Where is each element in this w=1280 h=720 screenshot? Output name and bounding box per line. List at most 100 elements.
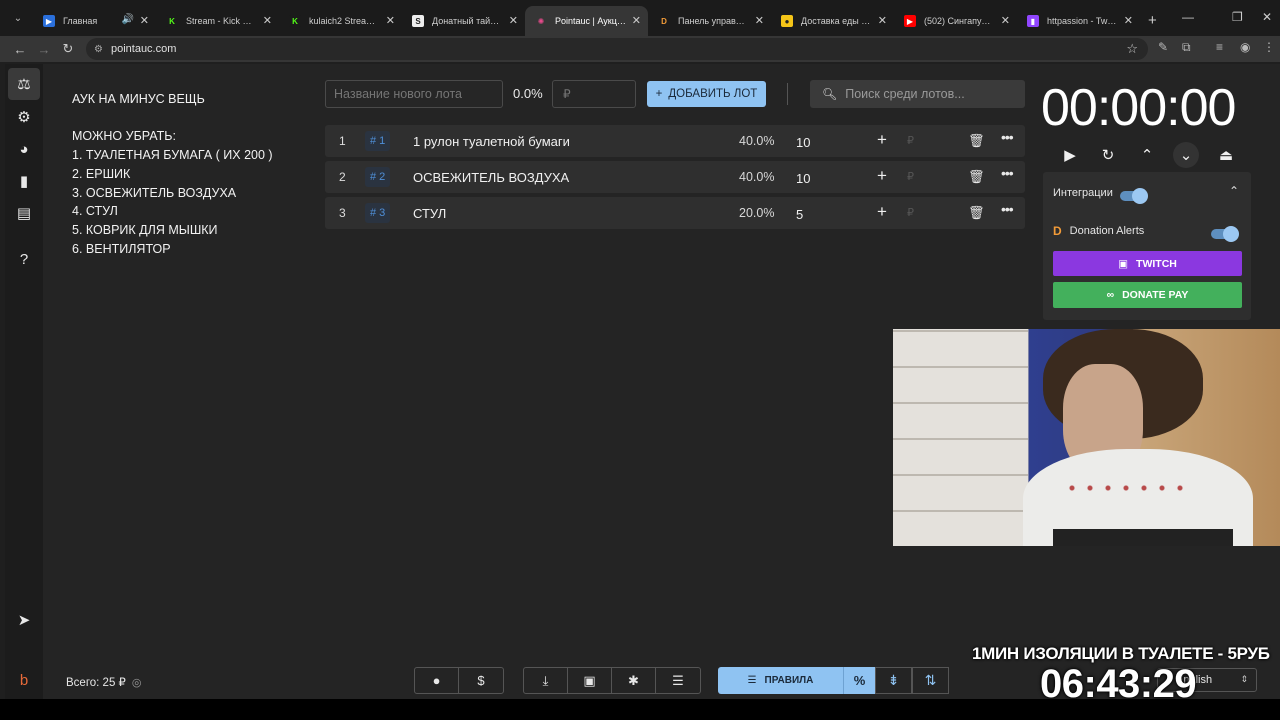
chevron-up-icon[interactable]: ⌃: [1229, 184, 1239, 198]
add-lot-button[interactable]: + ДОБАВИТЬ ЛОТ: [647, 81, 766, 107]
lot-name[interactable]: 1 рулон туалетной бумаги: [413, 134, 570, 149]
trash-icon[interactable]: 🗑︎: [968, 205, 985, 221]
collapse-icon[interactable]: ⏏: [1213, 142, 1239, 168]
stats-chart-icon[interactable]: ▮: [13, 170, 35, 192]
eye-off-icon[interactable]: ◎: [132, 676, 142, 689]
wheel-icon[interactable]: ◕: [13, 138, 35, 160]
sort-icon[interactable]: ⇅: [912, 667, 949, 694]
notes-item: 2. ЕРШИК: [72, 166, 131, 181]
lot-search-input[interactable]: 🔍︎ Поиск среди лотов...: [810, 80, 1025, 108]
increase-time-icon[interactable]: ⌃: [1134, 142, 1160, 168]
address-bar[interactable]: ⚙ pointauc.com ☆: [86, 38, 1148, 60]
donate-dollar-icon[interactable]: $: [459, 668, 503, 693]
minimize-icon[interactable]: —: [1182, 10, 1194, 24]
close-icon[interactable]: ✕: [140, 14, 149, 27]
telegram-icon[interactable]: ➤: [13, 609, 35, 631]
download-icon[interactable]: ⤓: [524, 668, 568, 693]
percent-toggle-button[interactable]: %: [843, 667, 875, 694]
close-icon[interactable]: ✕: [386, 14, 395, 27]
close-icon[interactable]: ✕: [509, 14, 518, 27]
donatepay-button[interactable]: ∞ DONATE PAY: [1053, 282, 1242, 308]
lot-amount[interactable]: 10: [796, 171, 810, 186]
lot-row[interactable]: 1 # 1 1 рулон туалетной бумаги 40.0% 10 …: [325, 125, 1025, 157]
add-amount-icon[interactable]: +: [877, 130, 887, 150]
tab-7[interactable]: ▶ (502) Сингапур - вы ✕: [894, 6, 1017, 36]
donationalerts-icon: D: [1053, 224, 1062, 238]
auction-description: АУК НА МИНУС ВЕЩЬ МОЖНО УБРАТЬ: 1. ТУАЛЕ…: [72, 90, 312, 258]
back-icon[interactable]: ←: [8, 42, 32, 57]
more-icon[interactable]: •••: [1001, 165, 1014, 181]
clipboard-icon[interactable]: ▤: [13, 202, 35, 224]
tab-5[interactable]: D Панель управления ✕: [648, 6, 771, 36]
links-button-group: ● $: [414, 667, 504, 694]
lot-id-chip[interactable]: # 3: [365, 203, 391, 223]
reset-icon[interactable]: ↻: [1095, 142, 1121, 168]
close-icon[interactable]: ✕: [632, 14, 641, 27]
close-icon[interactable]: ✕: [1001, 14, 1010, 27]
lot-amount[interactable]: 5: [796, 207, 803, 222]
twitch-button[interactable]: ▣ TWITCH: [1053, 251, 1242, 276]
tab-6[interactable]: ● Доставка еды и прод ✕: [771, 6, 894, 36]
trash-icon[interactable]: 🗑︎: [968, 169, 985, 185]
sidebar: ⚖ ⚙ ◕ ▮ ▤ ? ➤ b: [5, 64, 43, 699]
tab-3[interactable]: S Донатный таймер (п ✕: [402, 6, 525, 36]
reload-icon[interactable]: ↻: [56, 41, 80, 57]
lot-name[interactable]: СТУЛ: [413, 206, 446, 221]
rub-icon: ₽: [907, 135, 914, 147]
rules-button[interactable]: ☰ ПРАВИЛА: [718, 667, 843, 694]
close-icon[interactable]: ✕: [878, 14, 887, 27]
new-lot-name-input[interactable]: [325, 80, 503, 108]
lot-amount[interactable]: 10: [796, 135, 810, 150]
extensions-icon[interactable]: ⧉: [1182, 40, 1191, 55]
lot-id-chip[interactable]: # 1: [365, 131, 391, 151]
menu-icon[interactable]: ⋮: [1263, 40, 1275, 54]
lot-row[interactable]: 2 # 2 ОСВЕЖИТЕЛЬ ВОЗДУХА 40.0% 10 + ₽ 🗑︎…: [325, 161, 1025, 193]
compact-view-icon[interactable]: ⇟: [875, 667, 912, 694]
add-amount-icon[interactable]: +: [877, 166, 887, 186]
donatepay-icon: ∞: [1106, 289, 1115, 301]
tab-search-icon[interactable]: ⌄: [7, 7, 29, 29]
notes-item: 3. ОСВЕЖИТЕЛЬ ВОЗДУХА: [72, 185, 237, 200]
gear-icon[interactable]: ⚙: [13, 106, 35, 128]
profile-avatar-icon[interactable]: ◉: [1240, 40, 1250, 54]
tab-4[interactable]: ✺ Pointauc | Аукцион д ✕: [525, 6, 648, 36]
clear-list-icon[interactable]: ☰: [656, 668, 700, 693]
restore-icon[interactable]: ❐: [1232, 10, 1243, 24]
tab-8[interactable]: ▮ httpassion - Twitch ✕: [1017, 6, 1140, 36]
speaker-icon[interactable]: 🔊: [122, 14, 134, 25]
help-icon[interactable]: ?: [13, 248, 35, 270]
add-amount-icon[interactable]: +: [877, 202, 887, 222]
close-icon[interactable]: ✕: [1124, 14, 1133, 27]
tab-2[interactable]: K kulaich2 Stream - Wa ✕: [279, 6, 402, 36]
lot-row[interactable]: 3 # 3 СТУЛ 20.0% 5 + ₽ 🗑︎ •••: [325, 197, 1025, 229]
close-window-icon[interactable]: ✕: [1262, 10, 1272, 24]
browser-toolbar: ← → ↻ ⚙ pointauc.com ☆ ✎ ⧉ ≡ ◉ ⋮: [0, 36, 1280, 62]
youtube-icon: ▶: [904, 15, 916, 27]
close-icon[interactable]: ✕: [263, 14, 272, 27]
save-icon[interactable]: ▣: [568, 668, 612, 693]
new-tab-icon[interactable]: +: [1148, 12, 1157, 29]
forward-icon[interactable]: →: [32, 42, 56, 57]
lot-id-chip[interactable]: # 2: [365, 167, 391, 187]
media-icon[interactable]: ≡: [1216, 40, 1223, 54]
site-info-icon[interactable]: ⚙: [94, 44, 103, 55]
lot-name[interactable]: ОСВЕЖИТЕЛЬ ВОЗДУХА: [413, 170, 569, 185]
extension-pen-icon[interactable]: ✎: [1158, 40, 1168, 54]
more-icon[interactable]: •••: [1001, 129, 1014, 145]
github-icon[interactable]: ●: [415, 668, 459, 693]
close-icon[interactable]: ✕: [755, 14, 764, 27]
donation-alerts-toggle[interactable]: [1211, 226, 1239, 242]
bookmark-star-icon[interactable]: ☆: [1126, 41, 1138, 57]
auction-gavel-icon[interactable]: ⚖: [8, 68, 40, 100]
integrations-toggle[interactable]: [1120, 188, 1148, 204]
more-icon[interactable]: •••: [1001, 201, 1014, 217]
divider: [787, 83, 788, 105]
brand-logo-icon[interactable]: b: [13, 669, 35, 691]
trash-icon[interactable]: 🗑︎: [968, 133, 985, 149]
bug-icon[interactable]: ✱: [612, 668, 656, 693]
play-icon[interactable]: ▶: [1057, 142, 1083, 168]
tab-0[interactable]: ▶ Главная 🔊 ✕: [33, 6, 156, 36]
new-lot-amount-input[interactable]: [552, 80, 636, 108]
tab-1[interactable]: K Stream - Kick Dashbo ✕: [156, 6, 279, 36]
decrease-time-icon[interactable]: ⌄: [1173, 142, 1199, 168]
